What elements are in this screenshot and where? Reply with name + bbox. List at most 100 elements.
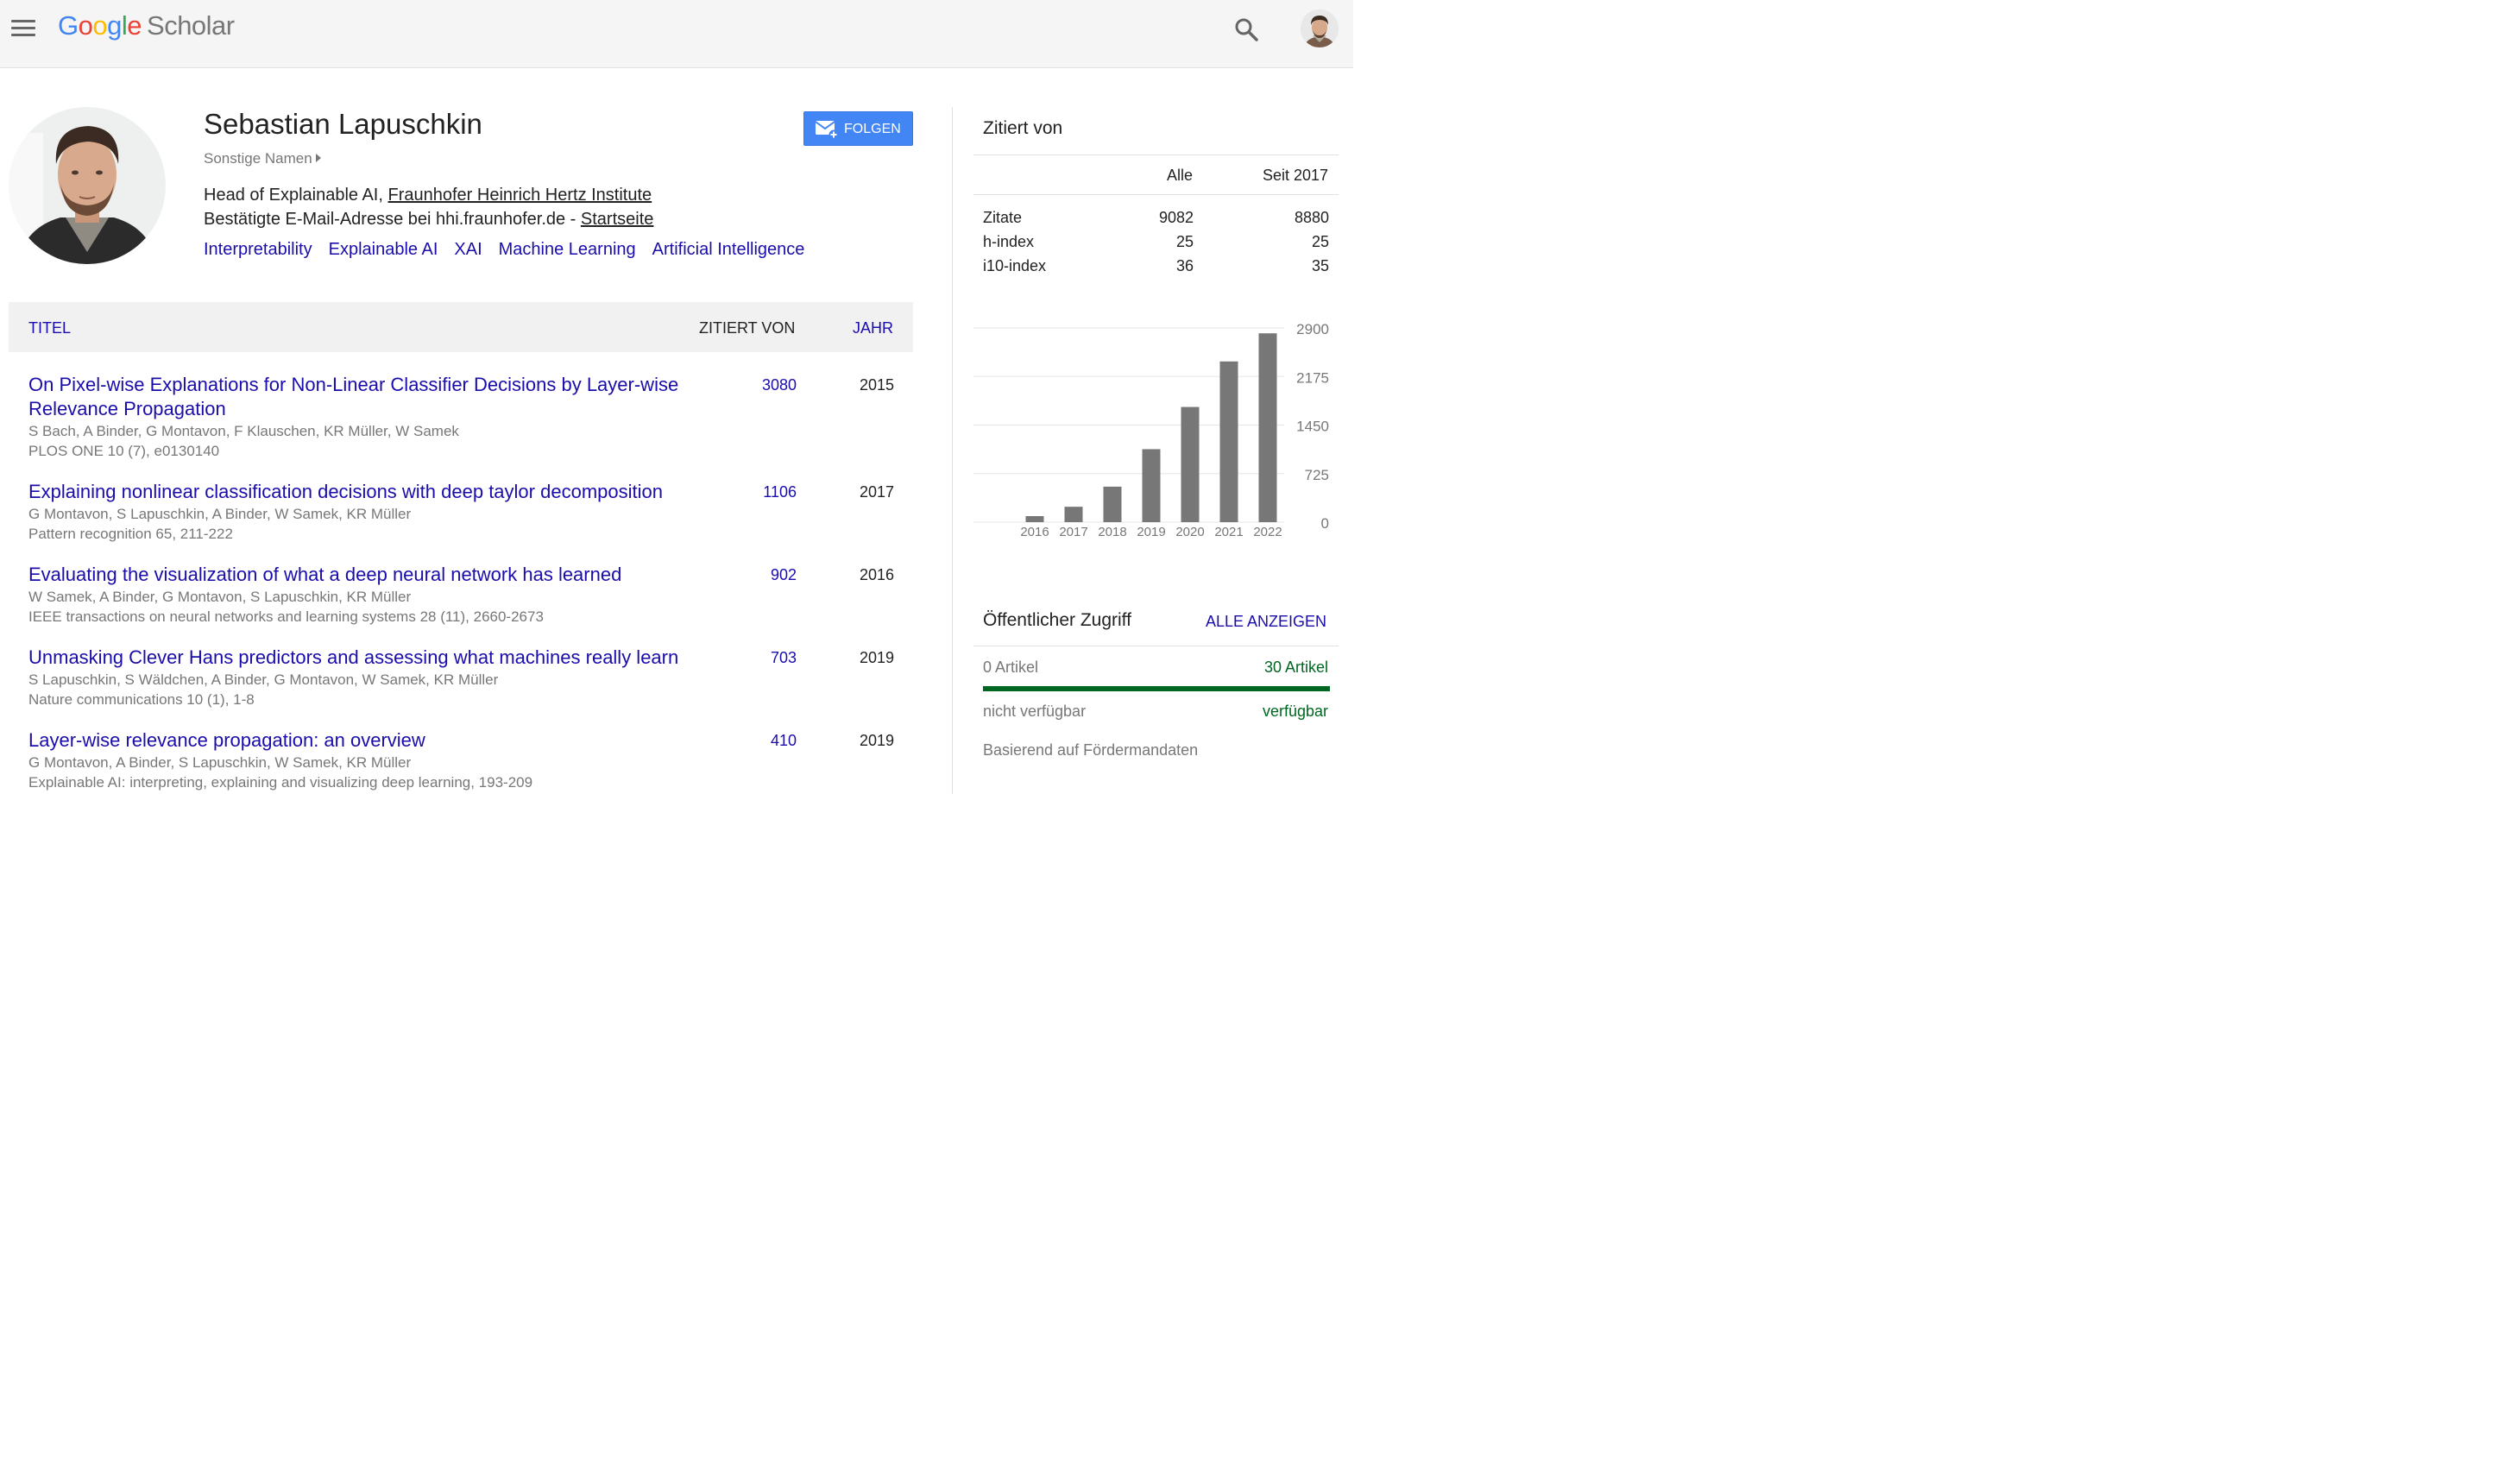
available-label: verfügbar <box>1263 703 1329 720</box>
table-row: Evaluating the visualization of what a d… <box>28 563 900 627</box>
profile-photo <box>9 107 166 264</box>
stat-row-h-index: h-index 25 25 <box>983 233 1329 254</box>
available-count: 30 Artikel <box>1264 659 1329 676</box>
bar-2021[interactable] <box>1219 361 1238 522</box>
stat-all: 9082 <box>1158 209 1194 226</box>
col-all-header: Alle <box>1167 167 1194 184</box>
article-venue: Pattern recognition 65, 211-222 <box>28 526 233 542</box>
table-row: Unmasking Clever Hans predictors and ass… <box>28 646 900 709</box>
sidebar-divider <box>952 107 953 794</box>
article-title-link[interactable]: Unmasking Clever Hans predictors and ass… <box>28 646 710 670</box>
bar-2020[interactable] <box>1181 406 1200 522</box>
article-title-link[interactable]: Evaluating the visualization of what a d… <box>28 563 710 587</box>
citation-count-link[interactable]: 703 <box>710 649 797 667</box>
stat-since: 35 <box>1311 257 1329 274</box>
article-venue: Nature communications 10 (1), 1-8 <box>28 691 255 708</box>
y-tick-label: 1450 <box>1296 419 1329 435</box>
interest-link[interactable]: XAI <box>454 240 482 259</box>
x-tick-label: 2017 <box>1059 525 1087 539</box>
stat-all: 25 <box>1175 233 1194 250</box>
article-title-link[interactable]: On Pixel-wise Explanations for Non-Linea… <box>28 373 710 421</box>
research-interests: Interpretability Explainable AI XAI Machine… <box>204 240 821 260</box>
stat-row-citations: Zitate 9082 8880 <box>983 209 1329 230</box>
article-year: 2015 <box>859 376 894 394</box>
search-icon[interactable] <box>1232 16 1262 45</box>
follow-button[interactable]: FOLGEN <box>803 111 913 146</box>
menu-icon[interactable] <box>11 20 35 37</box>
interest-link[interactable]: Interpretability <box>204 240 312 259</box>
article-venue: IEEE transactions on neural networks and… <box>28 608 544 625</box>
sort-by-title[interactable]: TITEL <box>28 319 71 337</box>
sort-by-cited[interactable]: ZITIERT VON <box>699 319 795 337</box>
other-names-toggle[interactable]: Sonstige Namen <box>204 150 321 167</box>
follow-label: FOLGEN <box>844 122 901 136</box>
availability-bar <box>983 686 1330 691</box>
mandates-note: Basierend auf Fördermandaten <box>983 741 1199 759</box>
articles-table-header: TITEL ZITIERT VON JAHR <box>9 302 913 352</box>
show-all-button[interactable]: ALLE ANZEIGEN <box>1206 613 1326 631</box>
x-tick-label: 2020 <box>1175 525 1204 539</box>
stat-since: 8880 <box>1294 209 1329 226</box>
y-tick-label: 2900 <box>1296 321 1329 337</box>
bar-2017[interactable] <box>1064 507 1083 522</box>
cited-by-title: Zitiert von <box>983 118 1063 138</box>
table-row: Explaining nonlinear classification deci… <box>28 480 900 544</box>
x-tick-label: 2021 <box>1214 525 1243 539</box>
article-venue: Explainable AI: interpreting, explaining… <box>28 774 533 791</box>
divider <box>973 154 1339 155</box>
stat-all: 36 <box>1175 257 1194 274</box>
x-tick-label: 2018 <box>1098 525 1126 539</box>
other-names-label: Sonstige Namen <box>204 150 312 167</box>
homepage-link[interactable]: Startseite <box>581 210 653 229</box>
not-available-label: nicht verfügbar <box>983 703 1087 720</box>
citation-count-link[interactable]: 1106 <box>710 483 797 501</box>
account-avatar[interactable] <box>1301 9 1339 47</box>
affiliation-prefix: Head of Explainable AI, <box>204 186 383 205</box>
col-since-header: Seit 2017 <box>1263 167 1329 184</box>
x-tick-label: 2022 <box>1253 525 1282 539</box>
article-year: 2019 <box>859 732 894 749</box>
caret-right-icon <box>315 154 321 162</box>
y-tick-label: 725 <box>1305 467 1329 483</box>
x-tick-label: 2016 <box>1020 525 1049 539</box>
article-authors: S Bach, A Binder, G Montavon, F Klausche… <box>28 423 459 439</box>
article-year: 2019 <box>859 649 894 666</box>
y-tick-label: 2175 <box>1296 369 1329 386</box>
bar-2019[interactable] <box>1142 449 1161 522</box>
email-text: Bestätigte E-Mail-Adresse bei hhi.fraunh… <box>204 210 576 229</box>
affiliation-link[interactable]: Fraunhofer Heinrich Hertz Institute <box>387 186 652 205</box>
article-year: 2016 <box>859 566 894 583</box>
open-access-title: Öffentlicher Zugriff <box>983 610 1131 630</box>
x-tick-label: 2019 <box>1137 525 1165 539</box>
article-title-link[interactable]: Layer-wise relevance propagation: an ove… <box>28 728 710 753</box>
y-tick-label: 0 <box>1321 515 1329 532</box>
citation-count-link[interactable]: 3080 <box>710 376 797 394</box>
bar-2018[interactable] <box>1103 486 1122 522</box>
verified-email: Bestätigte E-Mail-Adresse bei hhi.fraunh… <box>204 210 653 230</box>
google-scholar-logo[interactable]: Google Scholar <box>58 10 235 41</box>
article-authors: W Samek, A Binder, G Montavon, S Lapusch… <box>28 589 412 605</box>
article-title-link[interactable]: Explaining nonlinear classification deci… <box>28 480 710 504</box>
citation-count-link[interactable]: 410 <box>710 732 797 750</box>
table-row: On Pixel-wise Explanations for Non-Linea… <box>28 373 900 461</box>
citations-bar-chart: 0 725 1450 2175 2900 2016 2017 2018 2019 2020 2021… <box>973 321 1329 539</box>
article-authors: G Montavon, S Lapuschkin, A Binder, W Sa… <box>28 506 412 522</box>
mail-plus-icon <box>815 121 839 140</box>
citation-count-link[interactable]: 902 <box>710 566 797 584</box>
article-authors: G Montavon, A Binder, S Lapuschkin, W Sa… <box>28 754 412 771</box>
affiliation: Head of Explainable AI, Fraunhofer Heinr… <box>204 186 652 205</box>
interest-link[interactable]: Machine Learning <box>499 240 636 259</box>
article-year: 2017 <box>859 483 894 501</box>
bar-2016[interactable] <box>1025 516 1044 522</box>
stat-row-i10-index: i10-index 36 35 <box>983 257 1329 278</box>
top-bar: Google Scholar <box>0 0 1353 68</box>
not-available-count: 0 Artikel <box>983 659 1039 676</box>
interest-link[interactable]: Artificial Intelligence <box>652 240 805 259</box>
divider <box>973 194 1339 195</box>
profile-name: Sebastian Lapuschkin <box>204 108 482 140</box>
bar-2022[interactable] <box>1258 333 1277 522</box>
article-venue: PLOS ONE 10 (7), e0130140 <box>28 443 220 459</box>
sort-by-year[interactable]: JAHR <box>853 319 893 337</box>
table-row: Layer-wise relevance propagation: an ove… <box>28 728 900 792</box>
interest-link[interactable]: Explainable AI <box>329 240 438 259</box>
